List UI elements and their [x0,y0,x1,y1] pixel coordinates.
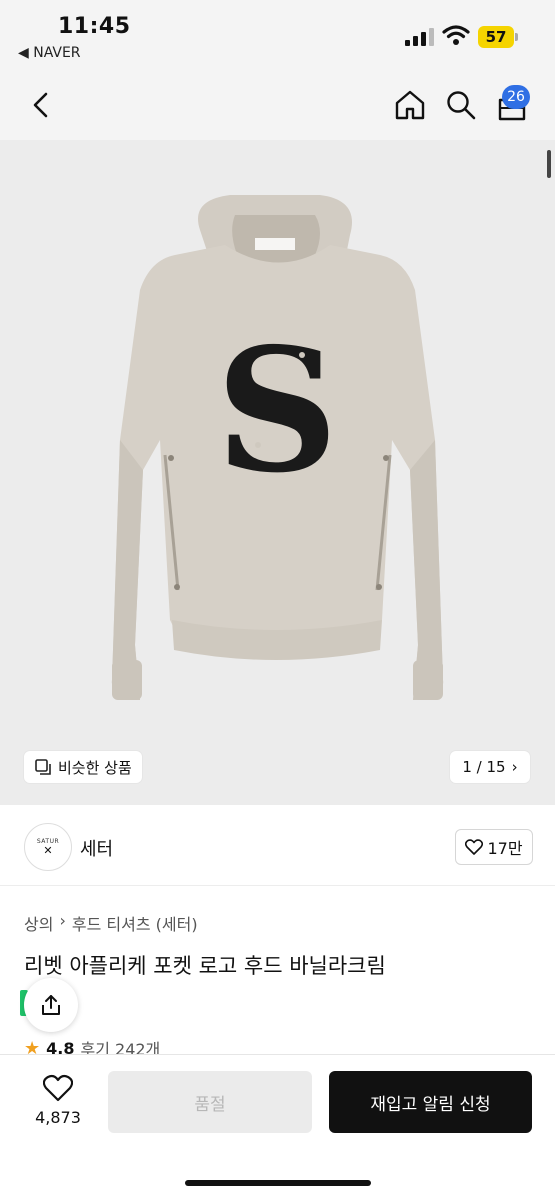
share-button[interactable] [24,978,78,1032]
back-arrow-icon[interactable] [28,90,54,120]
back-to-app-link[interactable]: ◀ NAVER [18,45,81,61]
divider [0,885,555,886]
breadcrumb: 상의 › 후드 티셔츠 (세터) [24,911,198,935]
similar-products-label: 비슷한 상품 [58,758,132,777]
wish-count: 4,873 [35,1108,81,1127]
hoodie-illustration: S [111,195,444,700]
product-image[interactable]: S [0,140,555,805]
heart-icon [465,839,484,855]
battery-icon: 57 [478,26,514,48]
home-icon[interactable] [393,88,427,122]
similar-products-button[interactable]: 비슷한 상품 [24,751,142,783]
svg-text:S: S [216,311,339,511]
chevron-right-icon: › [511,758,518,776]
brand-name[interactable]: 세터 [80,835,113,861]
brand-logo[interactable]: SATUR ✕ [24,823,72,871]
wish-button[interactable] [30,1074,86,1106]
search-icon[interactable] [445,89,477,121]
home-indicator [185,1180,371,1186]
product-title: 리벳 아플리케 포켓 로고 후드 바닐라크림 [24,954,386,978]
breadcrumb-item-category[interactable]: 상의 [24,911,53,935]
breadcrumb-item-subcategory[interactable]: 후드 티셔츠 (세터) [72,911,198,935]
share-icon [42,995,60,1015]
signal-icon [405,28,435,46]
brand-like-count: 17만 [487,839,523,858]
similar-icon [35,759,51,775]
cart-count-badge: 26 [502,85,530,109]
restock-alert-button[interactable]: 재입고 알림 신청 [329,1071,532,1133]
crossed-swords-icon: ✕ [43,843,53,857]
battery-nub [515,33,518,41]
breadcrumb-separator-icon: › [59,911,66,930]
brand-like-button[interactable]: 17만 [455,829,533,865]
scrollbar[interactable] [547,150,551,178]
image-counter[interactable]: 1 / 15 › [450,751,530,783]
heart-outline-icon [42,1074,74,1102]
wifi-icon [442,25,470,45]
status-time: 11:45 [58,14,131,39]
image-counter-text: 1 / 15 [462,758,506,776]
soldout-button: 품절 [108,1071,312,1133]
status-bar [0,0,555,80]
